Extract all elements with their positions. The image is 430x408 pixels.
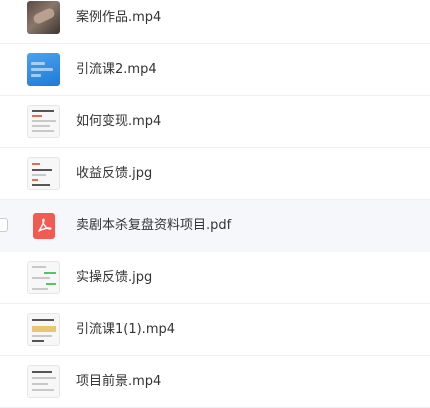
file-name: 案例作品.mp4 (76, 10, 162, 25)
video-thumbnail (27, 313, 60, 346)
file-row[interactable]: 引流课1(1).mp4 (0, 304, 430, 356)
pdf-icon (33, 213, 55, 239)
file-name: 卖剧本杀复盘资料项目.pdf (76, 218, 232, 233)
file-row[interactable]: 如何变现.mp4 (0, 96, 430, 148)
file-name: 实操反馈.jpg (76, 270, 153, 285)
file-name: 收益反馈.jpg (76, 166, 153, 181)
video-thumbnail (27, 365, 60, 398)
file-row[interactable]: 收益反馈.jpg (0, 148, 430, 200)
file-name: 如何变现.mp4 (76, 114, 162, 129)
video-thumbnail (27, 1, 60, 34)
file-row[interactable]: 项目前景.mp4 (0, 356, 430, 408)
row-checkbox[interactable] (0, 218, 8, 232)
document-thumbnail (27, 105, 60, 138)
file-row[interactable]: 案例作品.mp4 (0, 0, 430, 44)
file-row[interactable]: 引流课2.mp4 (0, 44, 430, 96)
file-row[interactable]: 实操反馈.jpg (0, 252, 430, 304)
file-list: 案例作品.mp4 引流课2.mp4 如何变现.mp4 收益反馈.jpg 卖剧本杀… (0, 0, 430, 408)
file-name: 项目前景.mp4 (76, 374, 162, 389)
file-row-hovered[interactable]: 卖剧本杀复盘资料项目.pdf (0, 200, 430, 252)
image-thumbnail (27, 157, 60, 190)
video-thumbnail (27, 53, 60, 86)
file-name: 引流课2.mp4 (76, 62, 157, 77)
chat-screenshot-thumbnail (27, 261, 60, 294)
file-name: 引流课1(1).mp4 (76, 322, 176, 337)
